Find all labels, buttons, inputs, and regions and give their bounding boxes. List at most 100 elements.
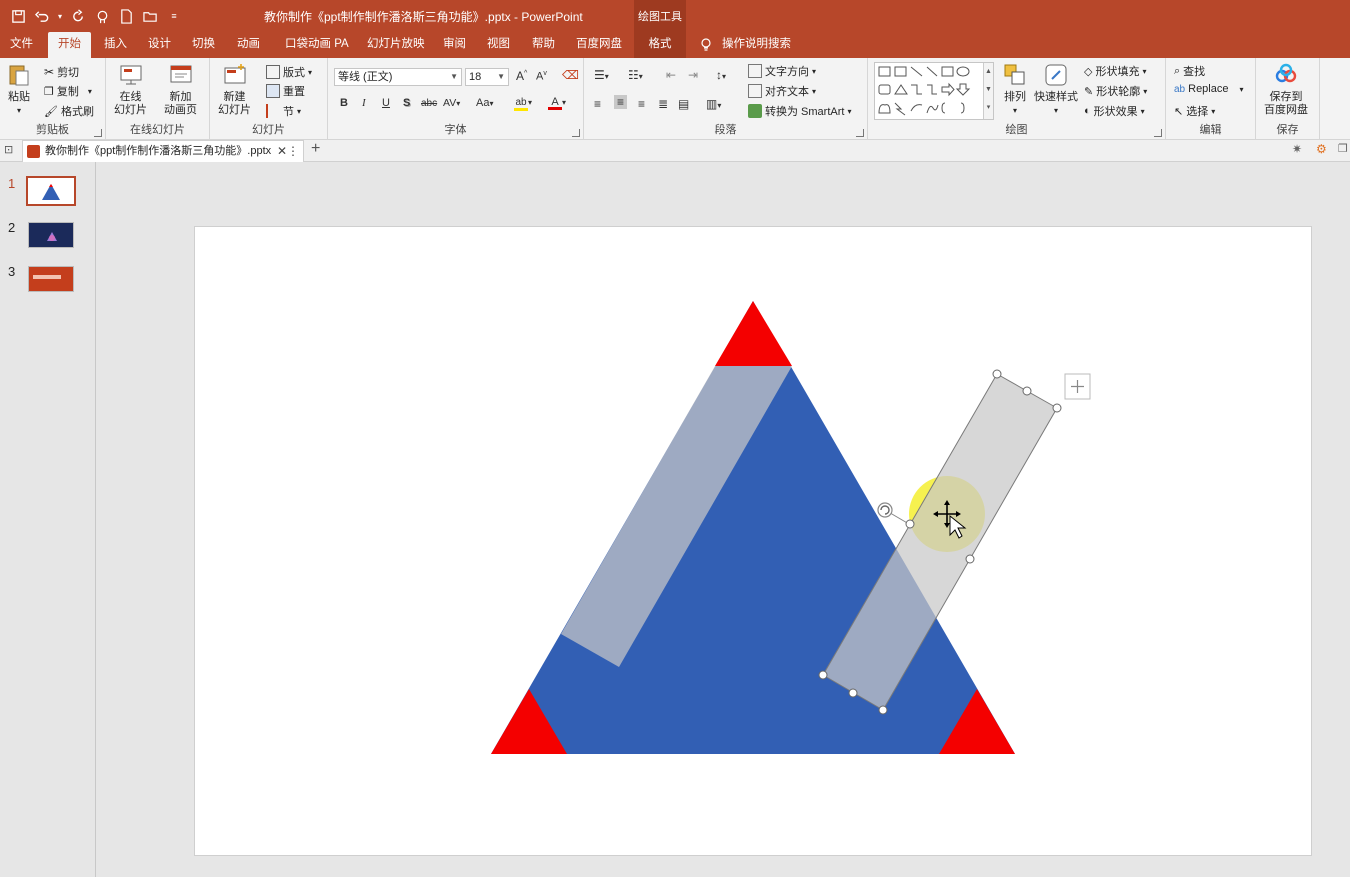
font-size-select[interactable]: 18 ▼	[465, 68, 509, 86]
italic-button[interactable]: I	[362, 97, 366, 109]
layout-options-button[interactable]	[1064, 373, 1091, 400]
font-name-select[interactable]: 等线 (正文) ▼	[334, 68, 462, 86]
tab-home[interactable]: 开始	[48, 32, 91, 58]
strikethrough-button[interactable]: abc	[421, 98, 437, 109]
shapes-gallery[interactable]: ▲ ▼ ▾	[874, 62, 994, 120]
bold-button[interactable]: B	[340, 97, 348, 109]
layout-button[interactable]: 版式 ▾	[266, 64, 312, 80]
grow-font-button[interactable]: A^	[516, 69, 527, 83]
resize-handle[interactable]	[818, 670, 828, 680]
pin-icon[interactable]: ✷	[1292, 142, 1302, 156]
save-icon[interactable]	[8, 6, 28, 26]
convert-smartart-button[interactable]: 转换为 SmartArt ▾	[748, 103, 851, 119]
increase-indent-button[interactable]: ⇥	[688, 68, 698, 82]
text-direction-button[interactable]: 文字方向 ▾	[748, 63, 816, 79]
tab-transitions[interactable]: 切换	[182, 32, 225, 58]
numbering-button[interactable]: ☷▾	[628, 68, 643, 82]
dialog-launcher-icon[interactable]	[1154, 129, 1162, 137]
tab-baidu-netdisk[interactable]: 百度网盘	[566, 32, 632, 58]
tab-help[interactable]: 帮助	[522, 32, 565, 58]
save-to-baidu-button[interactable]: 保存到 百度网盘	[1264, 62, 1308, 117]
align-text-button[interactable]: 对齐文本 ▾	[748, 83, 816, 99]
tab-format[interactable]: 格式	[634, 32, 686, 58]
line-spacing-button[interactable]: ↕▾	[716, 68, 726, 82]
select-button[interactable]: ↖ 选择 ▾	[1174, 103, 1215, 119]
distributed-button[interactable]: ▤	[678, 97, 689, 111]
tab-review[interactable]: 审阅	[433, 32, 476, 58]
tab-animations[interactable]: 动画	[227, 32, 270, 58]
arrange-icon	[1004, 64, 1025, 85]
slide-thumbnail-1[interactable]	[26, 176, 76, 206]
new-slide-button[interactable]: 新建 幻灯片	[218, 62, 251, 117]
customize-qat-icon[interactable]: ≡	[164, 6, 184, 26]
resize-handle[interactable]	[992, 369, 1002, 379]
find-button[interactable]: ⌕ 查找	[1174, 63, 1205, 79]
align-right-button[interactable]: ≡	[638, 97, 645, 111]
new-file-icon[interactable]	[116, 6, 136, 26]
resize-handle[interactable]	[1022, 386, 1032, 396]
justify-button[interactable]: ≣	[658, 97, 668, 111]
redo-icon[interactable]	[68, 6, 88, 26]
resize-handle[interactable]	[848, 688, 858, 698]
resize-handle[interactable]	[905, 519, 915, 529]
character-spacing-button[interactable]: AV▾	[443, 97, 460, 109]
gallery-scroll[interactable]: ▲ ▼ ▾	[983, 63, 993, 119]
tell-me-search[interactable]: 操作说明搜索	[694, 32, 801, 58]
shadow-button[interactable]: S	[403, 97, 410, 109]
clear-formatting-icon[interactable]: ⌫	[562, 68, 579, 82]
align-left-button[interactable]: ≡	[594, 97, 601, 111]
copy-label: 复制	[56, 86, 79, 98]
bullets-button[interactable]: ☰▾	[594, 68, 609, 82]
shape-effects-button[interactable]: ◐ 形状效果 ▾	[1084, 103, 1145, 119]
slide-thumbnail-2[interactable]	[28, 222, 74, 248]
new-anim-page-button[interactable]: 新加 动画页	[164, 62, 197, 117]
tab-design[interactable]: 设计	[138, 32, 181, 58]
format-painter-button[interactable]: 🖌 格式刷	[44, 103, 94, 119]
align-center-button[interactable]: ≡	[614, 95, 628, 109]
new-tab-icon[interactable]: +	[311, 140, 320, 158]
decrease-indent-button[interactable]: ⇤	[666, 68, 676, 82]
resize-handle[interactable]	[1052, 403, 1062, 413]
section-button[interactable]: 节 ▾	[266, 103, 301, 119]
tab-pocket-animation[interactable]: 口袋动画 PA	[275, 32, 359, 58]
tab-slideshow[interactable]: 幻灯片放映	[357, 32, 435, 58]
quick-styles-button[interactable]: 快速样式 ▾	[1034, 62, 1078, 117]
tab-menu-icon[interactable]: ⋮	[287, 141, 299, 161]
undo-icon[interactable]	[32, 6, 52, 26]
dialog-launcher-icon[interactable]	[94, 129, 102, 137]
slide-thumbnail-3[interactable]	[28, 266, 74, 292]
resize-handle[interactable]	[965, 554, 975, 564]
resize-handle[interactable]	[878, 705, 888, 715]
slide[interactable]	[194, 226, 1312, 856]
restore-window-icon[interactable]: ❐	[1338, 142, 1348, 155]
font-color-button[interactable]: A ▾	[548, 96, 566, 110]
chevron-down-icon[interactable]: ▾	[56, 6, 64, 26]
open-folder-icon[interactable]	[140, 6, 160, 26]
rotate-handle-icon[interactable]	[877, 502, 893, 518]
navigation-pane-icon[interactable]: ⊡	[4, 143, 13, 156]
online-slides-button[interactable]: 在线 幻灯片	[114, 62, 147, 117]
shape-fill-button[interactable]: ◇ 形状填充 ▾	[1084, 63, 1146, 79]
tab-view[interactable]: 视图	[477, 32, 520, 58]
underline-button[interactable]: U	[382, 97, 390, 109]
cut-button[interactable]: ✂ 剪切	[44, 64, 79, 80]
reset-button[interactable]: 重置	[266, 83, 305, 99]
highlight-color-button[interactable]: ab▾	[514, 96, 532, 111]
dialog-launcher-icon[interactable]	[856, 129, 864, 137]
dialog-launcher-icon[interactable]	[572, 129, 580, 137]
tab-insert[interactable]: 插入	[94, 32, 137, 58]
arrange-button[interactable]: 排列 ▾	[1002, 62, 1028, 117]
change-case-button[interactable]: Aa▾	[476, 97, 493, 109]
replace-button[interactable]: ab Replace ▾	[1174, 83, 1244, 95]
close-tab-icon[interactable]: ✕	[277, 141, 287, 161]
shrink-font-button[interactable]: Av	[536, 70, 547, 83]
paste-button[interactable]: 粘贴 ▾	[6, 62, 32, 117]
document-tab[interactable]: 教你制作《ppt制作制作潘洛斯三角功能》.pptx ✕ ⋮	[22, 140, 304, 162]
copy-button[interactable]: ❐ 复制 ▾	[44, 83, 92, 99]
tab-file[interactable]: 文件	[0, 32, 43, 58]
shape-outline-button[interactable]: ✎ 形状轮廓 ▾	[1084, 83, 1147, 99]
columns-button[interactable]: ▥▾	[706, 97, 721, 111]
red-corner-top-shape[interactable]	[715, 301, 792, 366]
settings-gear-icon[interactable]: ⚙	[1316, 142, 1327, 156]
touch-mode-icon[interactable]	[92, 6, 112, 26]
